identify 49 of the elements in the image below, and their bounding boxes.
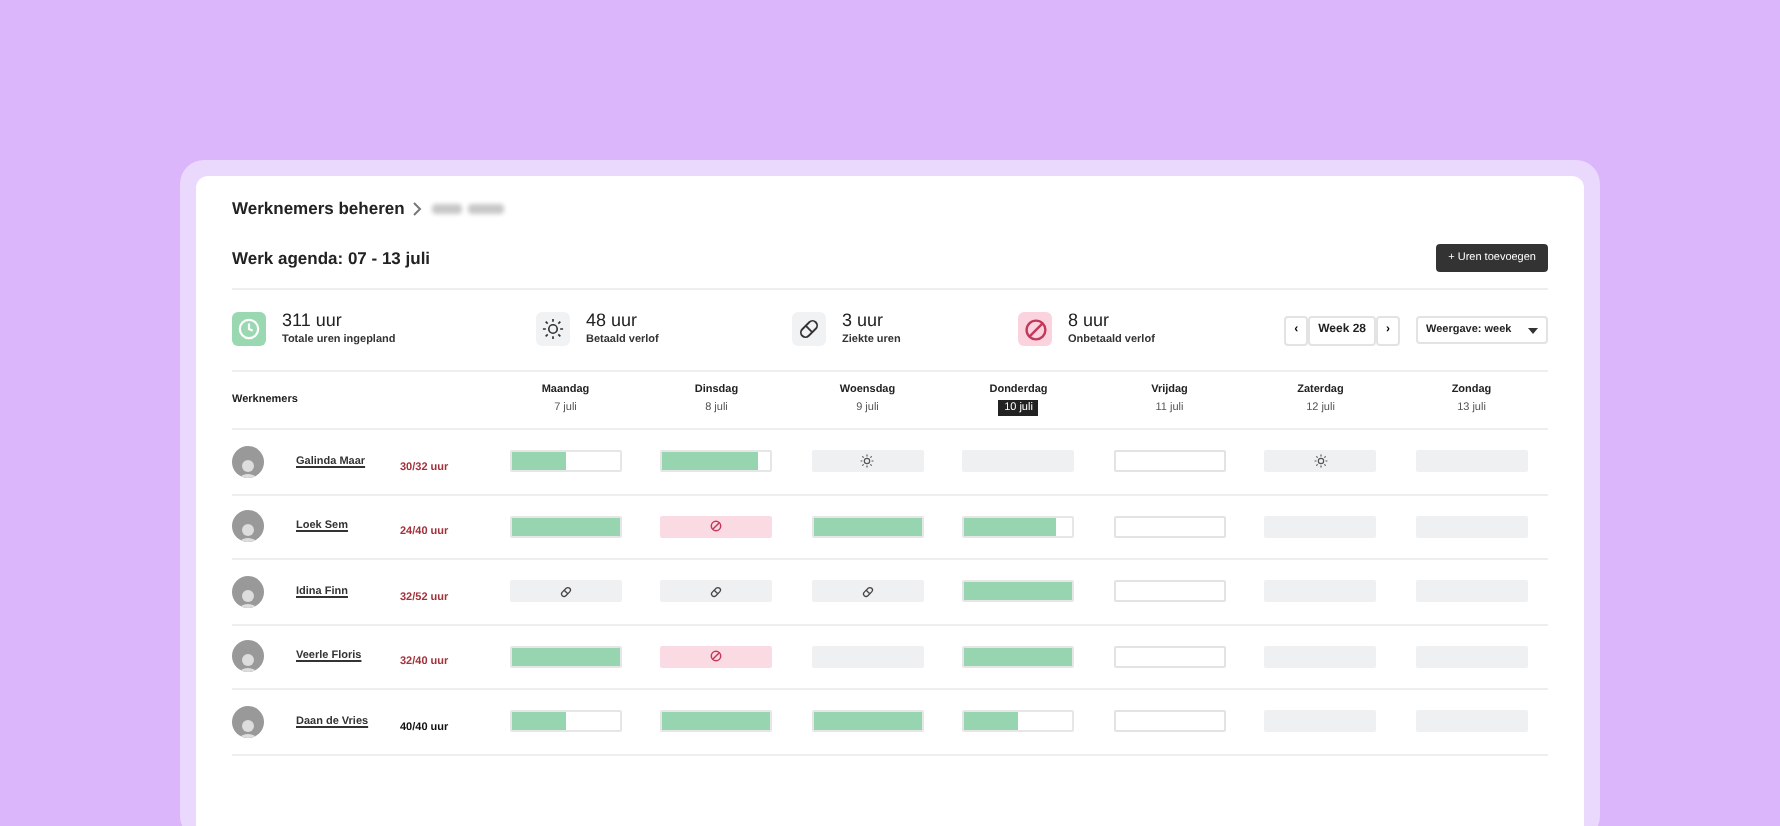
stat-value: 48 uur <box>586 311 640 332</box>
sick-slot[interactable] <box>811 580 924 603</box>
avatar <box>232 445 264 478</box>
avatar <box>232 575 264 608</box>
stat-value: 311 uur <box>282 311 344 332</box>
empty-slot[interactable] <box>1113 645 1226 668</box>
ban-icon <box>710 520 723 533</box>
hours-bar[interactable] <box>660 710 773 733</box>
empty-slot[interactable] <box>1113 710 1226 733</box>
hours-bar[interactable] <box>811 515 924 538</box>
sick-slot[interactable] <box>509 580 622 603</box>
ban-icon <box>710 650 723 663</box>
sun-icon <box>1313 454 1328 469</box>
hours-bar[interactable] <box>962 710 1075 733</box>
vacation-slot[interactable] <box>811 450 924 473</box>
unpaid-leave-slot[interactable] <box>660 645 773 668</box>
hours-bar[interactable] <box>962 580 1075 603</box>
empty-slot[interactable] <box>1113 580 1226 603</box>
vacation-slot[interactable] <box>1264 450 1377 473</box>
pill-icon <box>861 585 874 598</box>
hours-bar[interactable] <box>509 710 622 733</box>
hours-bar[interactable] <box>509 515 622 538</box>
hours-bar[interactable] <box>962 645 1075 668</box>
page-title: Werk agenda: 07 - 13 juli <box>232 245 431 271</box>
stat-value: 8 uur <box>1068 311 1112 332</box>
pill-icon <box>798 318 820 341</box>
avatar <box>232 510 264 543</box>
sick-slot[interactable] <box>660 580 773 603</box>
empty-slot[interactable] <box>1113 515 1226 538</box>
hours-bar[interactable] <box>509 450 622 473</box>
pill-icon <box>710 585 723 598</box>
hours-bar[interactable] <box>660 450 773 473</box>
ban-icon <box>1023 317 1047 342</box>
blurred-text <box>430 201 507 216</box>
avatar <box>232 705 264 738</box>
chevron-icon <box>412 201 423 216</box>
avatar <box>232 640 264 673</box>
sun-icon <box>542 318 564 341</box>
breadcrumb-link[interactable]: Werknemers beheren <box>232 196 405 222</box>
hours-bar[interactable] <box>811 710 924 733</box>
unpaid-leave-slot[interactable] <box>660 515 773 538</box>
stat-value: 3 uur <box>842 311 886 332</box>
caret-icon <box>1528 327 1538 333</box>
clock-icon <box>238 318 260 341</box>
empty-slot[interactable] <box>1113 450 1226 473</box>
sun-icon <box>860 454 875 469</box>
hours-bar[interactable] <box>509 645 622 668</box>
pill-icon <box>559 585 572 598</box>
hours-bar[interactable] <box>962 515 1075 538</box>
